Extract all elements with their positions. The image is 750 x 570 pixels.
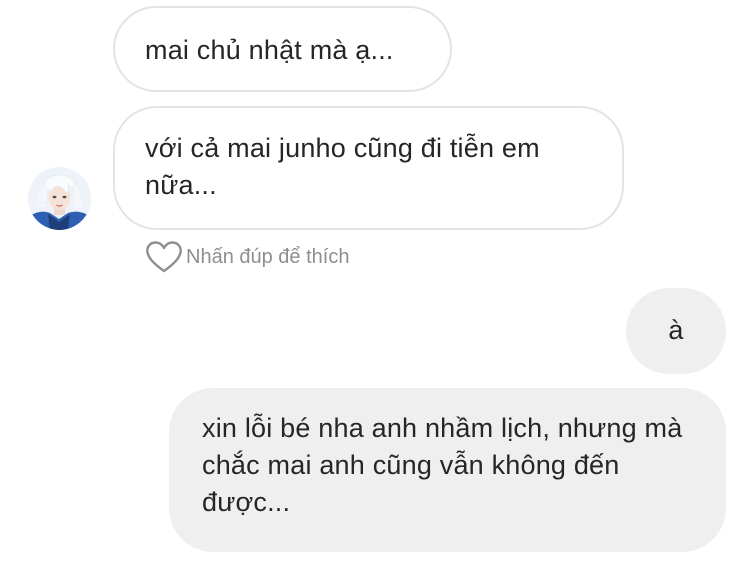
message-bubble-outgoing[interactable]: xin lỗi bé nha anh nhầm lịch, nhưng mà c… (169, 388, 726, 552)
double-tap-like-hint: Nhấn đúp để thích (145, 240, 349, 274)
message-text: với cả mai junho cũng đi tiễn em nữa... (145, 133, 540, 200)
like-hint-label: Nhấn đúp để thích (186, 245, 350, 268)
message-text: à (668, 315, 684, 345)
message-text: mai chủ nhật mà ạ... (145, 35, 394, 65)
message-text: xin lỗi bé nha anh nhầm lịch, nhưng mà c… (202, 413, 683, 517)
message-bubble-incoming[interactable]: mai chủ nhật mà ạ... (113, 6, 452, 92)
message-bubble-incoming[interactable]: với cả mai junho cũng đi tiễn em nữa... (113, 106, 624, 230)
avatar[interactable] (28, 167, 91, 230)
message-bubble-outgoing[interactable]: à (626, 288, 726, 374)
avatar-photo (28, 167, 91, 230)
heart-outline-icon[interactable] (145, 240, 183, 274)
